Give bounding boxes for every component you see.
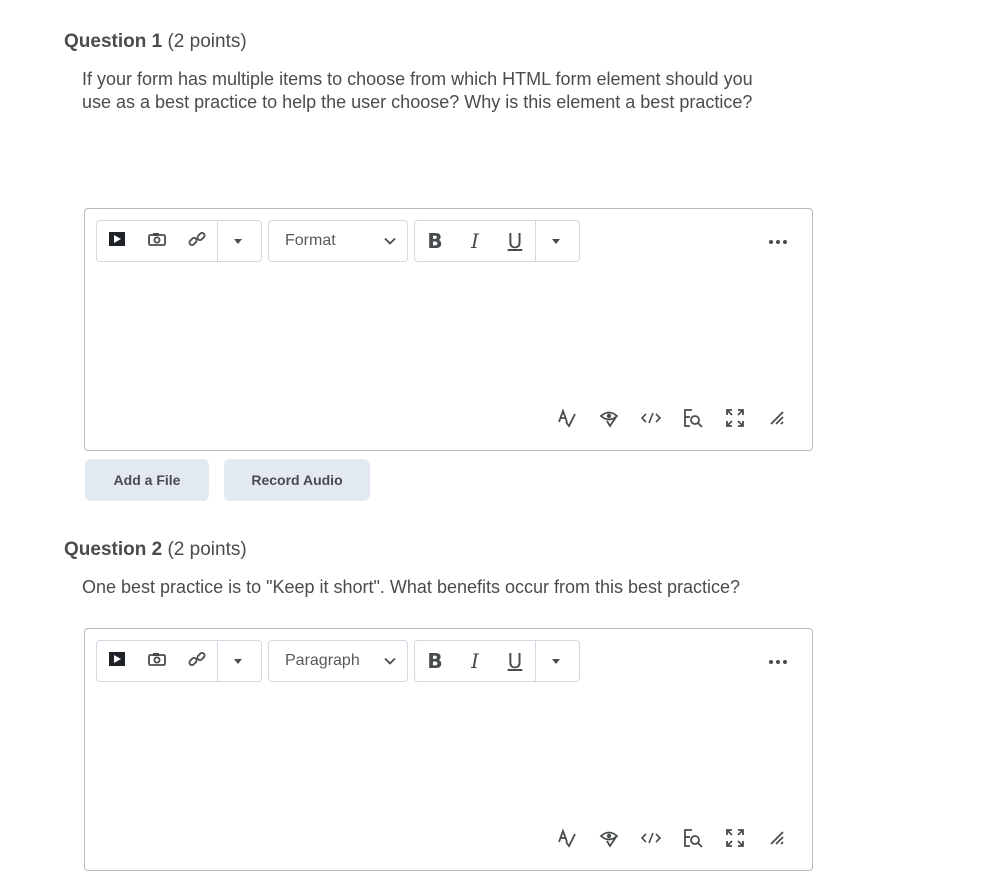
italic-icon: I bbox=[471, 649, 479, 673]
accessibility-icon bbox=[599, 408, 619, 433]
video-icon bbox=[108, 231, 126, 252]
image-icon bbox=[147, 231, 167, 252]
insert-link-button[interactable] bbox=[177, 641, 217, 681]
more-icon bbox=[768, 652, 788, 670]
more-options-button[interactable] bbox=[766, 231, 790, 251]
insert-toolbar-group bbox=[96, 220, 262, 262]
question-1-points: (2 points) bbox=[167, 31, 247, 52]
question-2-header: Question 2 (2 points) bbox=[64, 539, 247, 561]
underline-button[interactable]: U bbox=[495, 641, 535, 681]
text-style-more-dropdown[interactable] bbox=[536, 641, 576, 681]
bold-icon: B bbox=[427, 229, 443, 253]
link-icon bbox=[187, 229, 207, 254]
underline-icon: U bbox=[507, 649, 523, 673]
bold-button[interactable]: B bbox=[415, 221, 455, 261]
video-icon bbox=[108, 651, 126, 672]
editor-bottom-toolbar bbox=[546, 827, 798, 853]
resize-icon bbox=[768, 829, 786, 852]
fullscreen-button[interactable] bbox=[714, 828, 756, 852]
question-1-prompt: If your form has multiple items to choos… bbox=[82, 69, 753, 112]
underline-button[interactable]: U bbox=[495, 221, 535, 261]
source-code-button[interactable] bbox=[630, 828, 672, 852]
question-1-title: Question 1 bbox=[64, 31, 163, 52]
more-icon bbox=[768, 232, 788, 250]
spellcheck-button[interactable] bbox=[546, 827, 588, 853]
resize-handle[interactable] bbox=[756, 828, 798, 852]
bold-icon: B bbox=[427, 649, 443, 673]
link-icon bbox=[187, 649, 207, 674]
accessibility-icon bbox=[599, 828, 619, 853]
source-code-button[interactable] bbox=[630, 408, 672, 432]
insert-more-dropdown[interactable] bbox=[218, 221, 258, 261]
record-audio-button[interactable]: Record Audio bbox=[224, 459, 370, 501]
question-1-editor[interactable]: Format B I U bbox=[84, 208, 813, 451]
dropdown-icon bbox=[232, 652, 244, 670]
text-style-group: B I U bbox=[414, 640, 580, 682]
accessibility-checker-button[interactable] bbox=[588, 408, 630, 432]
insert-link-button[interactable] bbox=[177, 221, 217, 261]
resize-handle[interactable] bbox=[756, 408, 798, 432]
bold-button[interactable]: B bbox=[415, 641, 455, 681]
preview-icon bbox=[683, 408, 703, 433]
text-style-group: B I U bbox=[414, 220, 580, 262]
dropdown-icon bbox=[232, 232, 244, 250]
chevron-down-icon bbox=[373, 237, 407, 245]
fullscreen-icon bbox=[725, 828, 745, 853]
spellcheck-button[interactable] bbox=[546, 407, 588, 433]
preview-icon bbox=[683, 828, 703, 853]
accessibility-checker-button[interactable] bbox=[588, 828, 630, 852]
image-icon bbox=[147, 651, 167, 672]
insert-video-button[interactable] bbox=[97, 641, 137, 681]
italic-button[interactable]: I bbox=[455, 221, 495, 261]
resize-icon bbox=[768, 409, 786, 432]
format-dropdown-label: Paragraph bbox=[285, 652, 360, 669]
insert-more-dropdown[interactable] bbox=[218, 641, 258, 681]
format-dropdown-label: Format bbox=[285, 232, 336, 249]
insert-video-button[interactable] bbox=[97, 221, 137, 261]
fullscreen-button[interactable] bbox=[714, 408, 756, 432]
preview-button[interactable] bbox=[672, 408, 714, 432]
dropdown-icon bbox=[550, 652, 562, 670]
question-2-title: Question 2 bbox=[64, 539, 163, 560]
question-2-points: (2 points) bbox=[167, 539, 247, 560]
italic-button[interactable]: I bbox=[455, 641, 495, 681]
format-dropdown[interactable]: Format bbox=[268, 220, 408, 262]
italic-icon: I bbox=[471, 229, 479, 253]
more-options-button[interactable] bbox=[766, 651, 790, 671]
insert-image-button[interactable] bbox=[137, 221, 177, 261]
question-2-editor[interactable]: Paragraph B I U bbox=[84, 628, 813, 871]
underline-icon: U bbox=[507, 229, 523, 253]
fullscreen-icon bbox=[725, 408, 745, 433]
chevron-down-icon bbox=[373, 657, 407, 665]
preview-button[interactable] bbox=[672, 828, 714, 852]
source-code-icon bbox=[640, 831, 662, 850]
text-style-more-dropdown[interactable] bbox=[536, 221, 576, 261]
insert-image-button[interactable] bbox=[137, 641, 177, 681]
format-dropdown[interactable]: Paragraph bbox=[268, 640, 408, 682]
source-code-icon bbox=[640, 411, 662, 430]
spellcheck-icon bbox=[557, 407, 577, 433]
insert-toolbar-group bbox=[96, 640, 262, 682]
dropdown-icon bbox=[550, 232, 562, 250]
add-file-button[interactable]: Add a File bbox=[85, 459, 209, 501]
spellcheck-icon bbox=[557, 827, 577, 853]
editor-bottom-toolbar bbox=[546, 407, 798, 433]
question-2-prompt: One best practice is to "Keep it short".… bbox=[82, 577, 741, 597]
question-1-header: Question 1 (2 points) bbox=[64, 31, 247, 53]
